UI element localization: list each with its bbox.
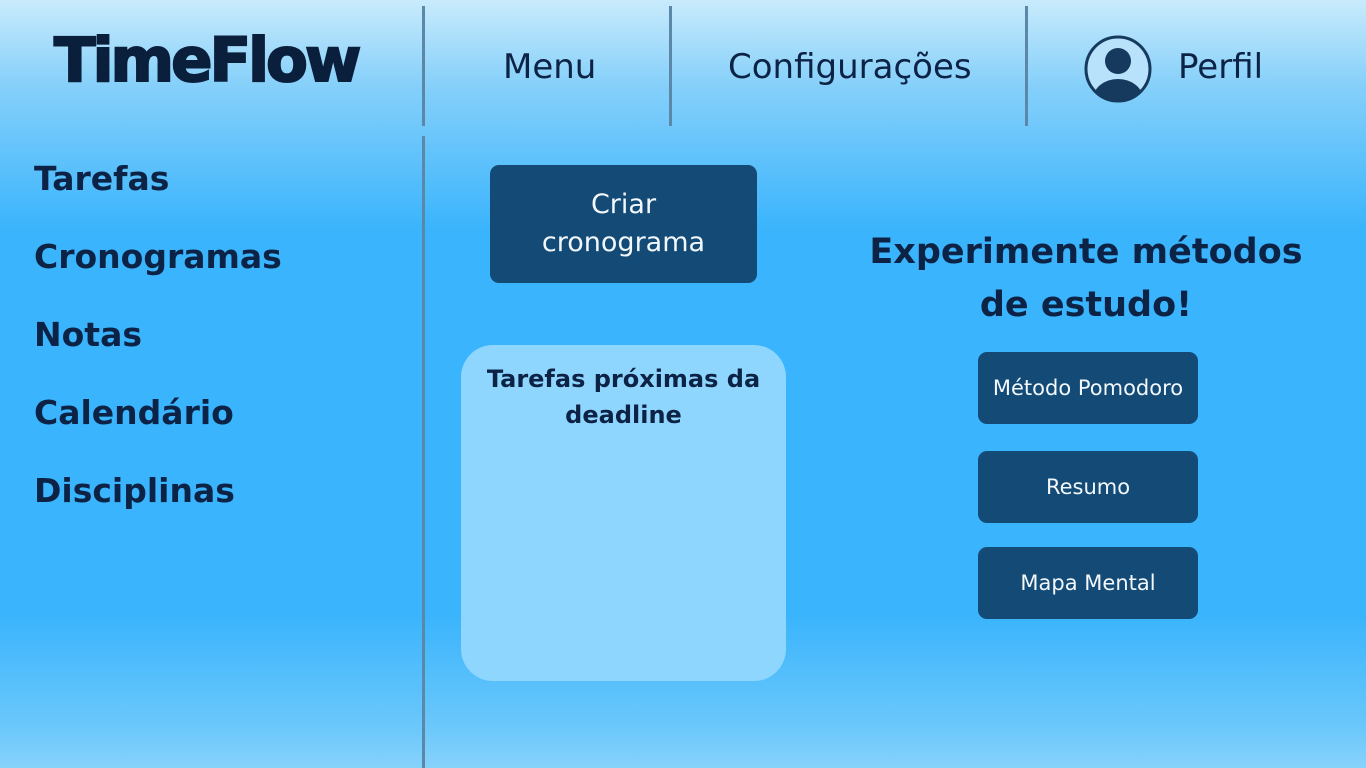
header-divider	[422, 6, 425, 126]
nav-settings[interactable]: Configurações	[728, 50, 972, 84]
pomodoro-button[interactable]: Método Pomodoro	[978, 352, 1198, 424]
deadline-card-title: Tarefas próximas da deadline	[486, 365, 761, 429]
user-avatar-icon[interactable]	[1084, 35, 1152, 103]
create-schedule-button[interactable]: Criar cronograma	[490, 165, 757, 283]
nav-profile[interactable]: Perfil	[1178, 50, 1263, 84]
header-divider	[1025, 6, 1028, 126]
app-logo: TimeFlow	[53, 25, 362, 96]
summary-button[interactable]: Resumo	[978, 451, 1198, 523]
mind-map-button[interactable]: Mapa Mental	[978, 547, 1198, 619]
sidebar-item-disciplinas[interactable]: Disciplinas	[34, 474, 235, 507]
sidebar-item-notas[interactable]: Notas	[34, 318, 142, 351]
sidebar-item-tarefas[interactable]: Tarefas	[34, 162, 169, 195]
deadline-tasks-card: Tarefas próximas da deadline	[461, 345, 786, 681]
study-methods-heading: Experimente métodos de estudo!	[869, 232, 1303, 326]
nav-menu[interactable]: Menu	[503, 50, 596, 84]
header-divider	[669, 6, 672, 126]
sidebar-divider	[422, 136, 425, 768]
sidebar-item-calendario[interactable]: Calendário	[34, 396, 234, 429]
sidebar-item-cronogramas[interactable]: Cronogramas	[34, 240, 282, 273]
